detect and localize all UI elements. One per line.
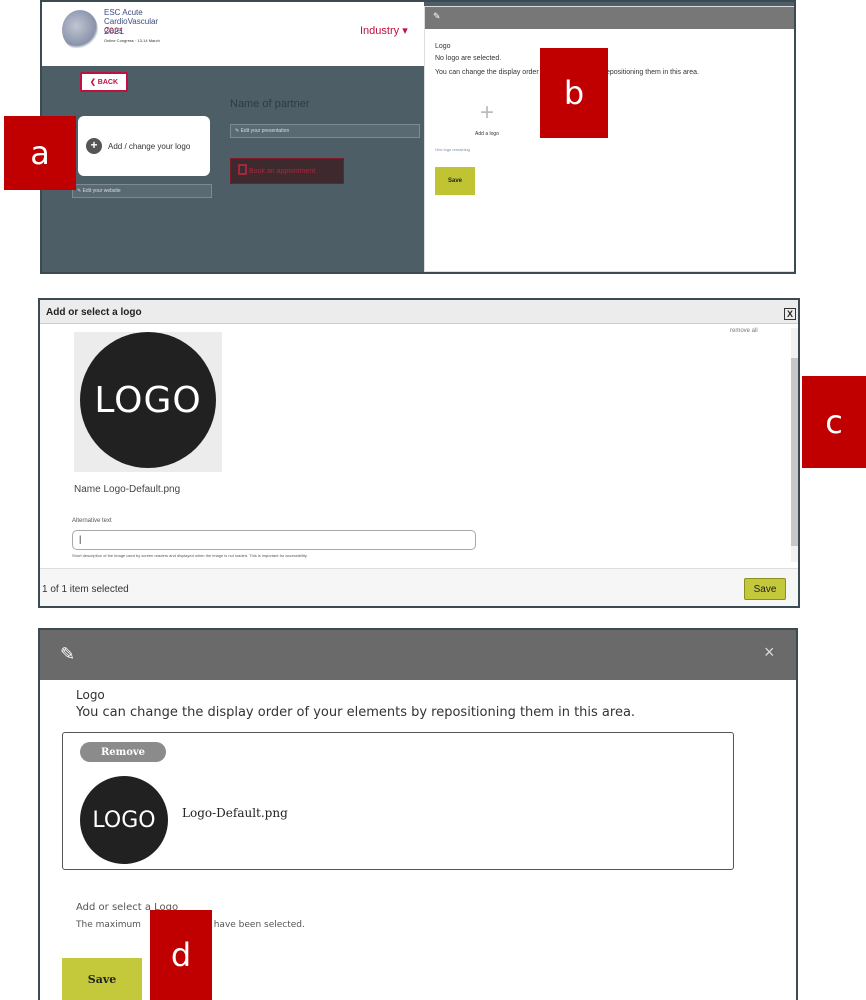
close-button[interactable]: X (784, 308, 796, 320)
panel-label-a: a (4, 116, 76, 190)
file-name: Name Logo-Default.png (74, 484, 181, 495)
panel-label-c: c (802, 376, 866, 468)
remove-button[interactable]: Remove (80, 742, 166, 762)
no-logo-text: No logo are selected. (435, 55, 502, 62)
calendar-icon (238, 164, 247, 175)
modal-header (425, 7, 794, 29)
logo-remaining-text: One logo remaining (435, 147, 470, 152)
alt-text-input[interactable]: | (72, 530, 476, 550)
panel-edit-logo-overview: ESC Acute CardioVascular Care 2021 Online… (40, 0, 796, 274)
modal-title: Logo (76, 688, 105, 702)
panel-label-d: d (150, 910, 212, 1000)
pencil-icon: ✎ (60, 644, 76, 664)
plus-icon: + (479, 99, 494, 126)
add-logo-label: Add a logo (475, 131, 499, 137)
alt-text-label: Alternative text (72, 518, 112, 524)
logo-image: LOGO (80, 332, 216, 468)
add-change-logo-label: Add / change your logo (108, 141, 191, 151)
esc-logo (62, 10, 98, 50)
add-logo-tile[interactable]: + Add a logo (437, 89, 537, 149)
logo-image: LOGO (80, 776, 168, 864)
dialog-title: Add or select a logo (46, 307, 142, 318)
dialog-footer (40, 568, 798, 606)
panel-select-logo-dialog: Add or select a logo X remove all LOGO N… (38, 298, 800, 608)
save-button[interactable]: Save (62, 958, 142, 1000)
presentation-field[interactable]: ✎ Edit your presentation (230, 124, 420, 138)
modal-header (40, 630, 796, 680)
event-subtitle: Online Congress · 13-14 March (104, 38, 160, 43)
save-button[interactable]: Save (744, 578, 786, 600)
modal-title: Logo (435, 43, 451, 50)
selection-status: 1 of 1 item selected (42, 584, 129, 595)
website-field[interactable]: ✎ Edit your website (72, 184, 212, 198)
partner-name: Name of partner (230, 98, 310, 110)
file-name: Logo-Default.png (182, 806, 288, 820)
pencil-icon: ✎ (433, 11, 441, 21)
close-icon[interactable]: × (764, 642, 775, 663)
change-order-text: You can change the display order of your… (76, 705, 636, 720)
industry-menu[interactable]: Industry ▾ (360, 24, 408, 37)
alt-text-help: Short description of the image used by s… (72, 553, 308, 558)
save-button[interactable]: Save (435, 167, 475, 195)
scrollbar-thumb[interactable] (791, 358, 798, 546)
panel-label-b: b (540, 48, 608, 138)
dialog-header (40, 300, 798, 324)
back-button[interactable]: ❮ BACK (80, 72, 128, 92)
remove-all-link[interactable]: remove all (730, 328, 758, 334)
add-change-logo-card[interactable]: + Add / change your logo (78, 116, 210, 176)
plus-icon: + (86, 138, 102, 154)
book-appointment-button[interactable]: Book an appointment (230, 158, 344, 184)
logo-modal: ✎ Logo No logo are selected. You can cha… (424, 6, 794, 272)
event-year: 2021 (104, 26, 125, 36)
